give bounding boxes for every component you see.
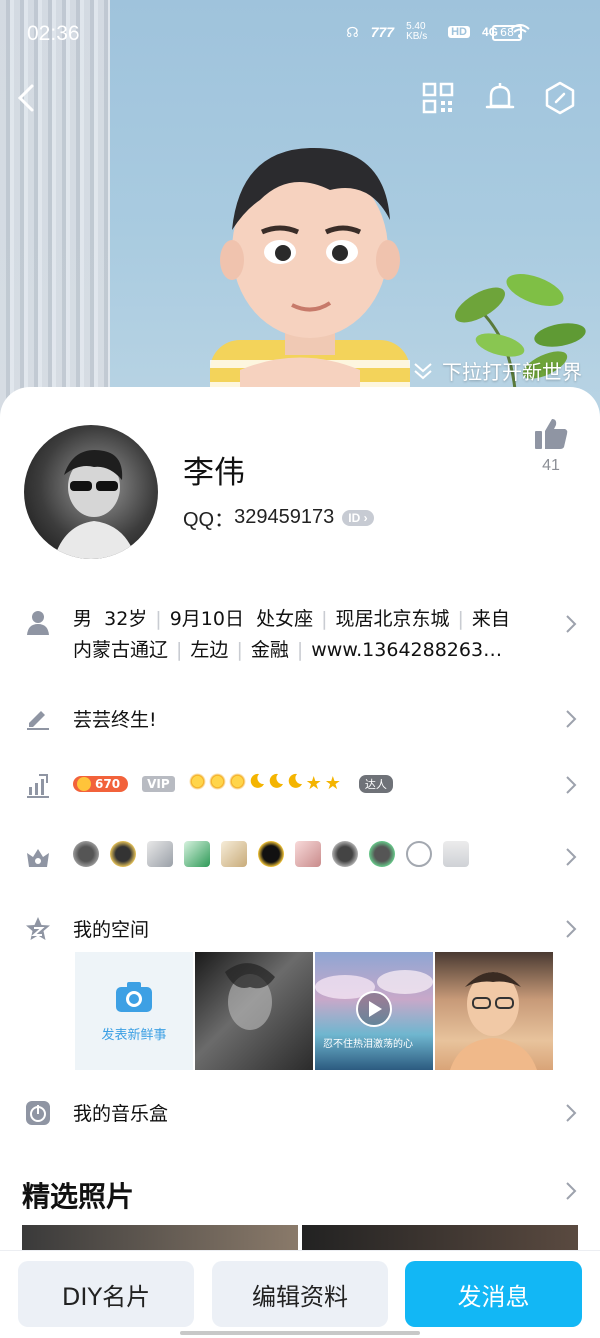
gold-diamond-icon: [221, 841, 247, 867]
pencil-icon: [27, 711, 49, 730]
star-icon: ★: [305, 773, 322, 794]
cloud-v-icon: [406, 841, 432, 867]
pull-hint-text: 下拉打开新世界: [442, 360, 582, 384]
chevron-right-icon: [566, 848, 577, 866]
double-chevron-down-icon: [414, 362, 432, 379]
level-row[interactable]: 670 VIP ★ ★ 达人: [0, 765, 600, 805]
space-photo-tattoo[interactable]: [195, 952, 313, 1070]
basic-info-row[interactable]: 男 32岁 | 9月10日 处女座 | 现居北京东城 | 来自 内蒙古通辽 | 左边 | 金融 | ww…: [0, 602, 600, 672]
hd-icon: HD: [448, 26, 470, 38]
profile-card: 李伟 QQ： 329459173 ID › 41 男 32岁 | 9月10日 处女座…: [0, 387, 600, 1338]
3d-avatar-character: [210, 147, 410, 420]
featured-photos-title: 精选照片: [22, 1180, 135, 1213]
penguin-crown-icon: [110, 841, 136, 867]
like-count: 41: [542, 457, 560, 474]
back-arrow-icon[interactable]: [10, 80, 46, 116]
status-bar: 02:36 ☊ 777 5.40 KB/s HD 4G 68: [0, 0, 600, 66]
penguin-green-icon: [369, 841, 395, 867]
star-icon: ★: [324, 773, 341, 794]
chevron-right-icon: [566, 1104, 577, 1122]
sun-icon: [228, 773, 246, 790]
qq-number-row[interactable]: QQ： 329459173 ID ›: [183, 503, 374, 532]
pull-down-hint: 下拉打开新世界: [412, 356, 582, 385]
id-badge[interactable]: ID ›: [342, 509, 374, 526]
home-indicator[interactable]: [180, 1331, 420, 1335]
sun-icon: [208, 773, 226, 790]
thumbs-up-icon: [535, 419, 568, 449]
penguin-icon: [332, 841, 358, 867]
qr-code-icon[interactable]: [420, 80, 456, 116]
chevron-right-icon: [566, 710, 577, 728]
like-button[interactable]: 41: [530, 417, 572, 475]
green-diamond-icon: [184, 841, 210, 867]
space-thumbnails: 发表新鲜事 忍不住热泪激荡的心: [75, 952, 553, 1070]
post-new-button[interactable]: 发表新鲜事: [75, 952, 193, 1070]
battery-icon: 68: [492, 25, 522, 41]
my-space-row[interactable]: 我的空间: [0, 909, 600, 949]
headphones-icon: ☊: [346, 23, 359, 40]
qq-number: 329459173: [234, 506, 335, 528]
space-video-sea[interactable]: 忍不住热泪激荡的心: [315, 952, 433, 1070]
sun-icon: [188, 773, 206, 790]
person-icon: [27, 611, 49, 635]
level-icons: ★ ★: [188, 773, 341, 794]
bell-icon[interactable]: [482, 80, 518, 116]
music-disc-icon: [26, 1101, 50, 1125]
coin-icon: [77, 776, 91, 791]
coin-badge: 670: [73, 775, 129, 792]
diamond-icon: [147, 841, 173, 867]
video-caption: 忍不住热泪激荡的心: [323, 1039, 413, 1050]
chevron-right-icon[interactable]: [564, 1179, 578, 1203]
camera-icon: [116, 981, 152, 1012]
pink-diamond-icon: [295, 841, 321, 867]
my-space-title: 我的空间: [73, 919, 150, 941]
level-badges: 670 VIP ★ ★ 达人: [73, 773, 393, 794]
settings-hexagon-icon[interactable]: [542, 80, 578, 116]
avatar[interactable]: [24, 425, 158, 559]
status-time: 02:36: [27, 22, 80, 45]
penguin-badge-icon: [73, 841, 99, 867]
chevron-right-icon: [566, 615, 577, 633]
chevron-right-icon: [566, 920, 577, 938]
space-star-icon: [26, 917, 50, 940]
music-box-title: 我的音乐盒: [73, 1103, 169, 1125]
vip-badge: VIP: [142, 775, 175, 792]
gifts-row[interactable]: [0, 835, 600, 875]
music-box-row[interactable]: 我的音乐盒: [0, 1093, 600, 1133]
moon-icon: [269, 773, 283, 788]
send-message-button[interactable]: 发消息: [405, 1261, 582, 1327]
qq-label: QQ：: [183, 509, 235, 531]
bottom-action-bar: DIY名片 编辑资料 发消息: [0, 1250, 600, 1338]
diy-card-button[interactable]: DIY名片: [18, 1261, 194, 1327]
profile-name: 李伟: [183, 455, 245, 491]
signature-text: 芸芸终生!: [73, 709, 157, 731]
crown-icon: [27, 849, 49, 867]
signature-row[interactable]: 芸芸终生!: [0, 699, 600, 739]
nfc-icon: 777: [370, 24, 395, 40]
level-chart-icon: [27, 774, 49, 798]
talent-badge: 达人: [358, 774, 393, 793]
chevron-right-icon: [566, 776, 577, 794]
tuxedo-icon: [443, 841, 469, 867]
post-new-label: 发表新鲜事: [101, 1027, 167, 1043]
king-penguin-icon: [258, 841, 284, 867]
moon-icon: [250, 773, 264, 788]
moon-icon: [288, 773, 302, 788]
gift-icons: [73, 841, 469, 867]
basic-info-text: 男 32岁 | 9月10日 处女座 | 现居北京东城 | 来自 内蒙古通辽 | 左边 | 金融 | ww…: [73, 608, 510, 661]
space-photo-person[interactable]: [435, 952, 553, 1070]
edit-profile-button[interactable]: 编辑资料: [212, 1261, 388, 1327]
profile-cover[interactable]: 02:36 ☊ 777 5.40 KB/s HD 4G 68 下拉打开新世界: [0, 0, 600, 420]
net-speed-text: 5.40 KB/s: [406, 21, 428, 42]
